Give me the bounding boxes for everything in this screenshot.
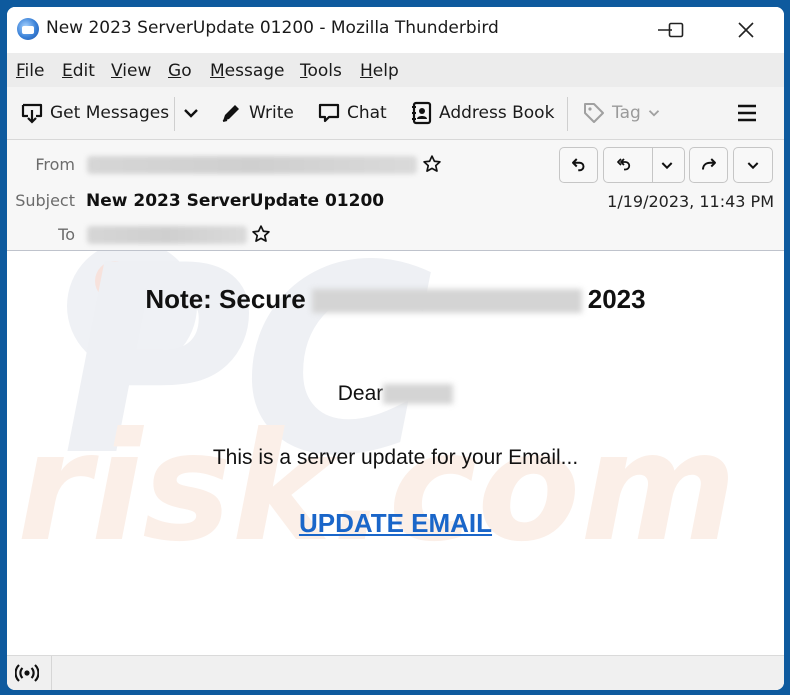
tag-icon [584, 103, 604, 123]
menu-message-accel: M [210, 61, 225, 81]
menu-tools-label: ools [307, 61, 342, 81]
menu-file-label: ile [24, 61, 45, 81]
update-email-container: UPDATE EMAIL [7, 508, 784, 539]
from-address-redacted[interactable] [87, 156, 417, 174]
forward-button[interactable] [689, 147, 728, 183]
menu-edit[interactable]: Edit [62, 61, 95, 81]
subject-label: Subject [15, 191, 75, 210]
hamburger-menu-icon [738, 104, 756, 122]
menu-file[interactable]: File [16, 61, 44, 81]
address-book-button[interactable]: Address Book [409, 99, 554, 127]
menu-help-label: elp [372, 61, 399, 81]
menu-view-accel: V [111, 61, 123, 81]
get-messages-dropdown[interactable] [179, 99, 209, 127]
chevron-down-icon [648, 110, 659, 117]
close-icon [738, 22, 754, 38]
chat-button[interactable]: Chat [317, 99, 387, 127]
heading-prefix: Note: Secure [145, 284, 306, 314]
from-label: From [35, 155, 75, 174]
greeting: Dear [7, 382, 784, 406]
pencil-icon [222, 105, 239, 122]
toolbar-separator [174, 97, 175, 131]
menu-tools-accel: T [300, 61, 308, 81]
tag-label: Tag [612, 103, 641, 123]
get-messages-label: Get Messages [50, 103, 170, 123]
online-status-icon[interactable] [15, 663, 39, 683]
menu-file-accel: F [16, 61, 25, 81]
close-button[interactable] [723, 15, 769, 45]
watermark-risk: risk.com [17, 401, 737, 575]
tag-button[interactable]: Tag [582, 99, 669, 127]
reply-all-button[interactable] [603, 147, 685, 183]
reply-icon [571, 158, 584, 172]
email-heading: Note: Secure 2023 [7, 284, 784, 315]
title-bar: New 2023 ServerUpdate 01200 - Mozilla Th… [7, 7, 784, 53]
more-actions-button[interactable] [733, 147, 773, 183]
to-label: To [58, 225, 75, 244]
greeting-text: Dear [337, 382, 384, 405]
write-button[interactable]: Write [219, 99, 294, 127]
window-title: New 2023 ServerUpdate 01200 - Mozilla Th… [46, 18, 499, 38]
split-separator [652, 148, 653, 182]
chevron-down-icon [184, 109, 198, 118]
reply-button[interactable] [559, 147, 598, 183]
get-messages-button[interactable]: Get Messages [20, 99, 169, 127]
chat-icon [318, 103, 340, 123]
reply-all-icon [617, 158, 631, 171]
menu-message[interactable]: Message [210, 61, 285, 81]
message-body: PC risk.com Note: Secure 2023 Dear This i… [7, 251, 784, 655]
chevron-down-icon [747, 162, 759, 170]
menu-help-accel: H [360, 61, 373, 81]
menu-bar: File Edit View Go Message Tools Help [7, 53, 784, 87]
thunderbird-logo-icon [17, 18, 39, 40]
chat-label: Chat [347, 103, 387, 123]
get-messages-icon [21, 103, 43, 124]
menu-view-label: iew [122, 61, 152, 81]
star-icon[interactable] [251, 224, 271, 244]
menu-edit-label: dit [72, 61, 95, 81]
write-label: Write [249, 103, 294, 123]
message-header: From Subject New 2023 ServerUpdate 01200… [7, 140, 784, 251]
status-separator [51, 656, 52, 690]
thunderbird-window: New 2023 ServerUpdate 01200 - Mozilla Th… [7, 7, 784, 690]
menu-go-label: o [181, 61, 192, 81]
chevron-down-icon[interactable] [659, 157, 675, 173]
heading-suffix: 2023 [587, 284, 646, 314]
message-date: 1/19/2023, 11:43 PM [607, 192, 774, 211]
menu-help[interactable]: Help [360, 61, 399, 81]
menu-tools[interactable]: Tools [300, 61, 342, 81]
to-address-redacted[interactable] [87, 226, 247, 244]
maximize-button[interactable] [653, 15, 699, 45]
status-bar [7, 655, 784, 690]
maximize-icon [668, 22, 684, 38]
menu-go-accel: G [168, 61, 182, 81]
email-address-redacted [311, 289, 582, 314]
menu-message-label: essage [224, 61, 285, 81]
menu-go[interactable]: Go [168, 61, 192, 81]
subject-value: New 2023 ServerUpdate 01200 [86, 191, 385, 211]
update-email-link[interactable]: UPDATE EMAIL [299, 508, 492, 538]
address-book-icon [412, 101, 432, 125]
menu-view[interactable]: View [111, 61, 151, 81]
star-icon[interactable] [422, 154, 442, 174]
main-toolbar: Get Messages Write Chat Address Book Tag [7, 87, 784, 140]
toolbar-separator [567, 97, 568, 131]
menu-edit-accel: E [62, 61, 73, 81]
body-text: This is a server update for your Email..… [212, 446, 579, 469]
recipient-name-redacted [383, 384, 454, 405]
forward-icon [701, 158, 716, 170]
address-book-label: Address Book [439, 103, 555, 123]
app-menu-button[interactable] [735, 99, 765, 127]
